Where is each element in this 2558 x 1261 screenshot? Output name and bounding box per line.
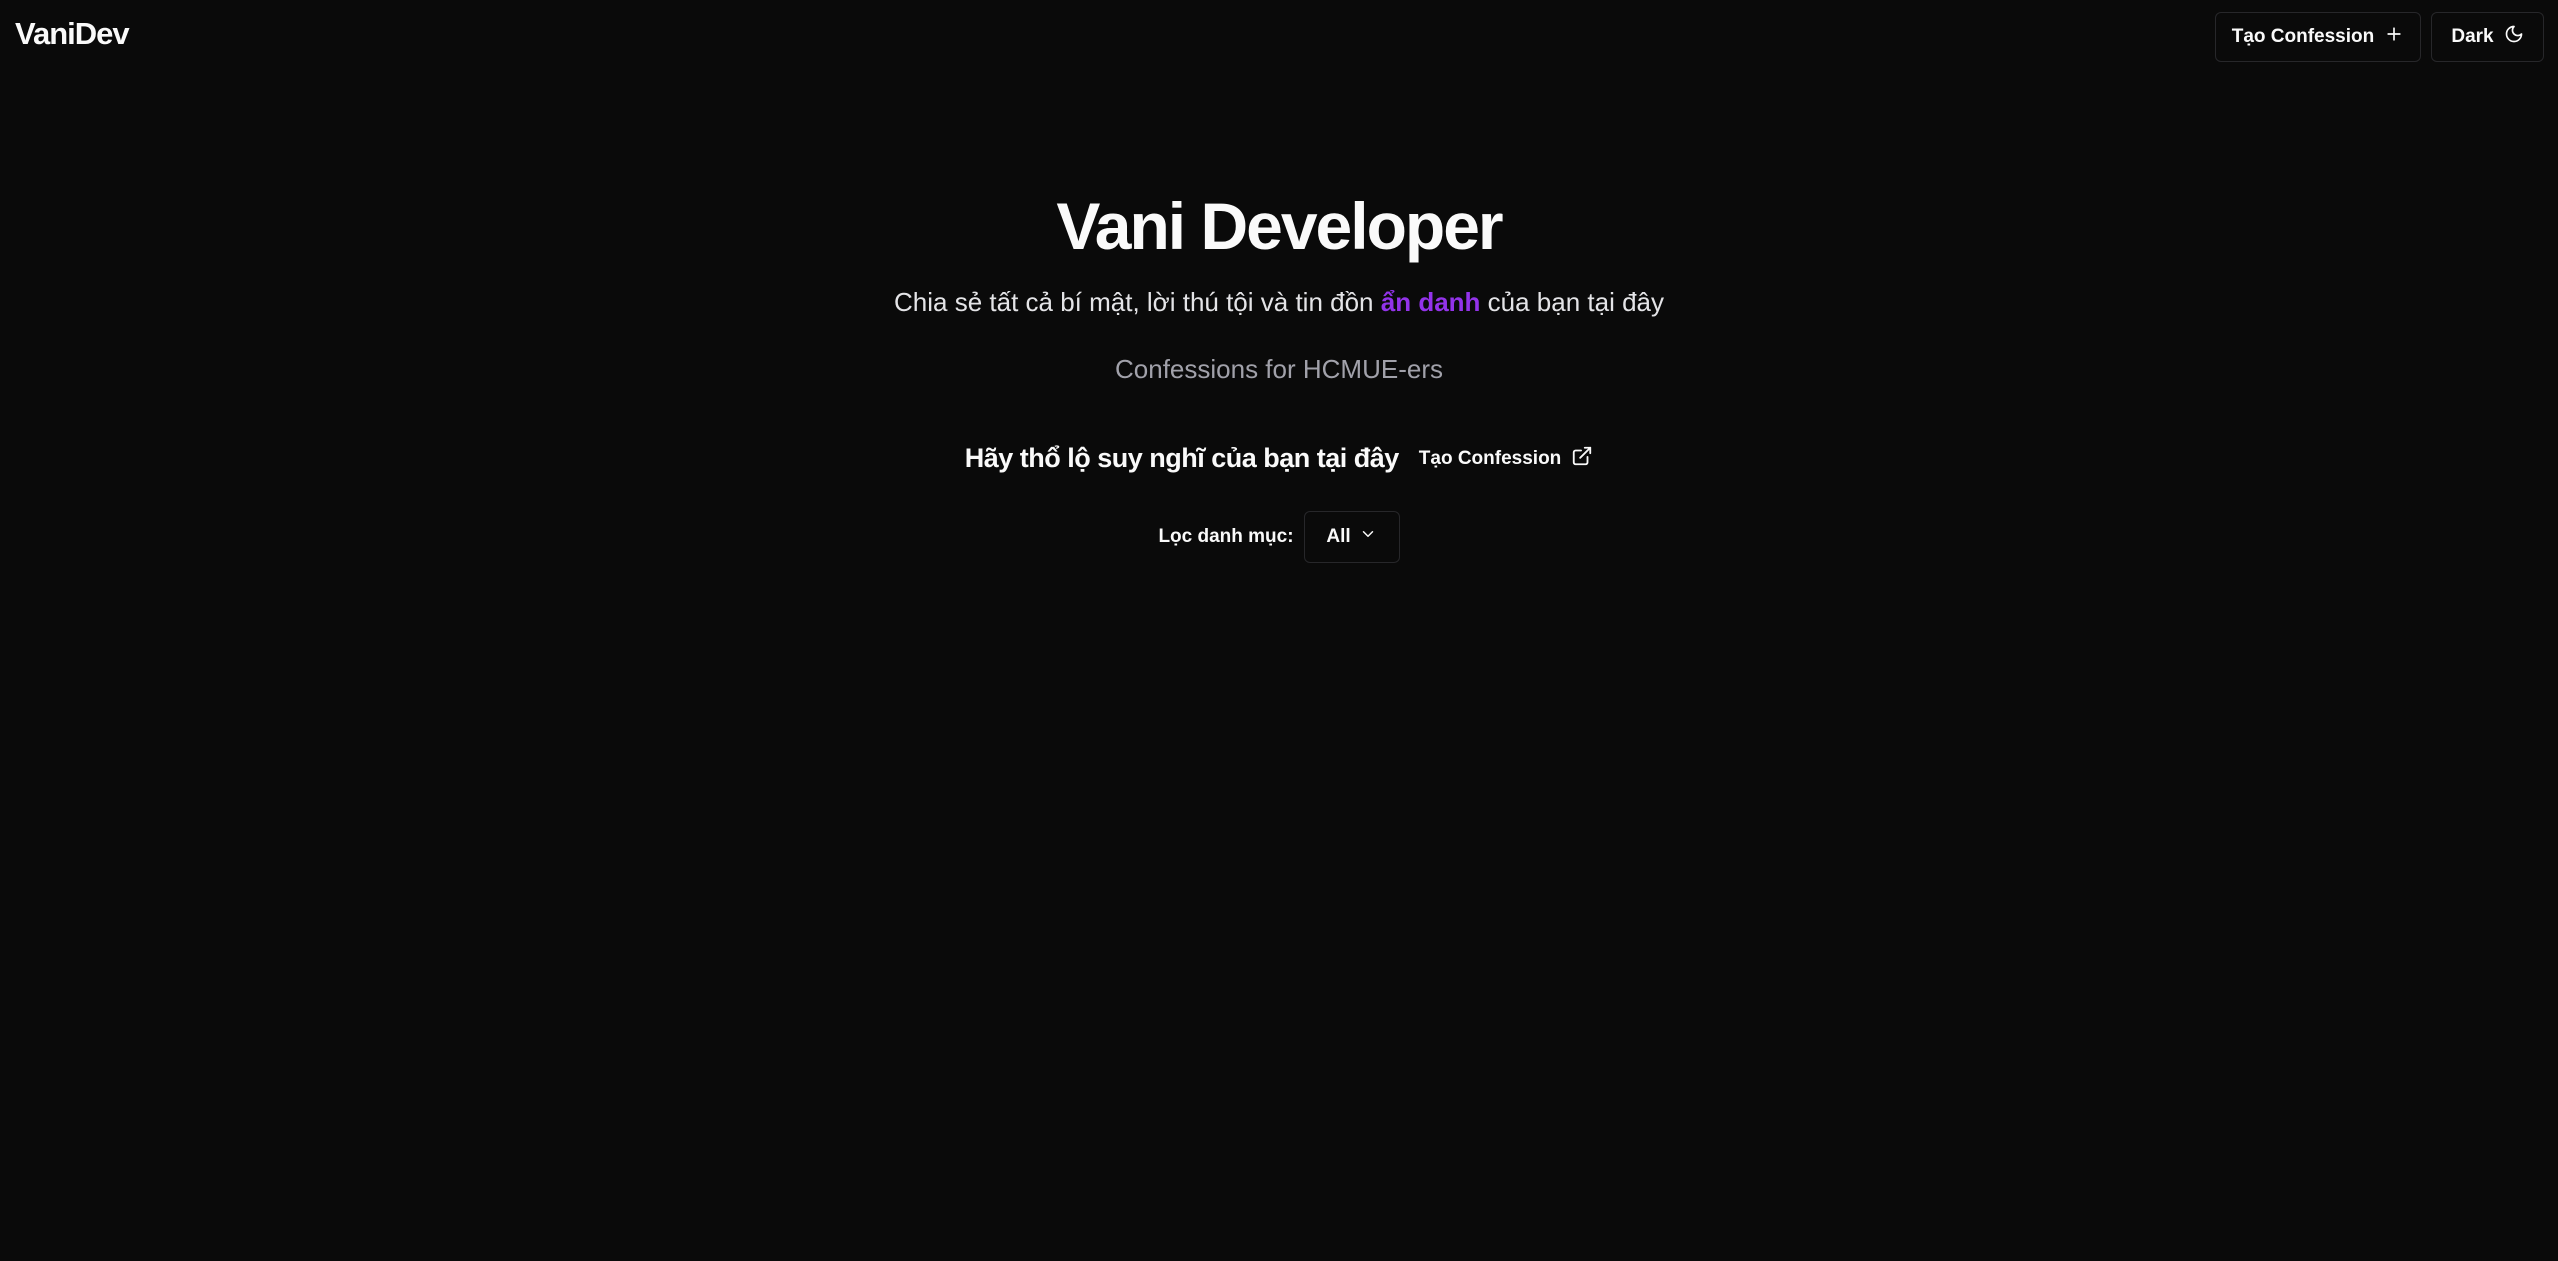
top-navbar: VaniDev Tạo Confession Dark — [0, 0, 2558, 74]
cta-text: Hãy thổ lộ suy nghĩ của bạn tại đây — [964, 443, 1400, 473]
create-confession-link[interactable]: Tạo Confession — [1419, 445, 1594, 473]
create-confession-button[interactable]: Tạo Confession — [2215, 12, 2421, 62]
hero-subtitle-accent: ẩn danh — [1380, 287, 1481, 317]
site-logo[interactable]: VaniDev — [15, 16, 130, 52]
hero-subtitle-start: Chia sẻ tất cả bí mật, lời thú tội và ti… — [894, 287, 1381, 317]
category-filter: Lọc danh mục: All — [0, 511, 2558, 563]
category-select[interactable]: All — [1303, 511, 1400, 563]
plus-icon — [2384, 24, 2404, 50]
moon-icon — [2504, 24, 2524, 50]
hero-tagline: Confessions for HCMUE-ers — [1115, 354, 1443, 384]
theme-toggle-button[interactable]: Dark — [2431, 12, 2544, 62]
page-title: Vani Developer — [1056, 189, 1503, 263]
hero-subtitle: Chia sẻ tất cả bí mật, lời thú tội và ti… — [0, 287, 2558, 318]
cta-row: Hãy thổ lộ suy nghĩ của bạn tại đây Tạo … — [0, 443, 2558, 474]
create-confession-label: Tạo Confession — [2231, 26, 2375, 47]
chevron-down-icon — [1359, 525, 1377, 549]
theme-toggle-label: Dark — [2451, 26, 2494, 47]
external-link-icon — [1571, 445, 1593, 473]
hero-subtitle-end: của bạn tại đây — [1480, 287, 1664, 317]
category-filter-label: Lọc danh mục: — [1158, 526, 1294, 547]
create-confession-link-label: Tạo Confession — [1418, 447, 1562, 469]
category-select-value: All — [1326, 526, 1351, 547]
